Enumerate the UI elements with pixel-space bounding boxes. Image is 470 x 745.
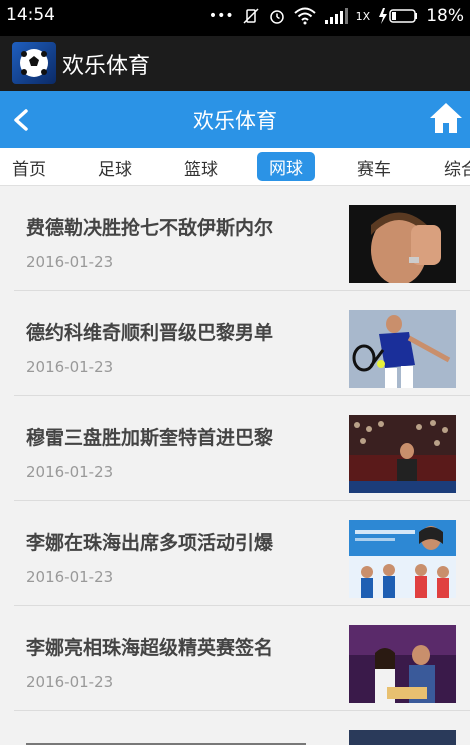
tab-racing[interactable]: 赛车 bbox=[357, 155, 391, 180]
more-dots-icon: ••• bbox=[208, 8, 234, 24]
list-item[interactable]: 李娜在珠海出席多项活动引爆 2016-01-23 bbox=[14, 501, 470, 606]
news-title: 德约科维奇顺利晋级巴黎男单 bbox=[26, 322, 274, 344]
wifi-icon bbox=[293, 7, 316, 25]
home-icon bbox=[430, 103, 462, 133]
app-bar: 欢乐体育 bbox=[0, 36, 470, 91]
list-item[interactable]: 穆雷三盘胜加斯奎特首进巴黎 2016-01-23 bbox=[14, 396, 470, 501]
news-list: 费德勒决胜抢七不敌伊斯内尔 2016-01-23 德约科维奇顺利晋级巴黎男单 2… bbox=[14, 186, 470, 745]
tab-home[interactable]: 首页 bbox=[12, 155, 46, 180]
news-thumbnail bbox=[349, 205, 456, 283]
status-icons: ••• 1X 18% bbox=[209, 6, 464, 26]
network-type: 1X bbox=[355, 9, 371, 23]
status-time: 14:54 bbox=[6, 5, 55, 25]
news-title: 李娜在珠海出席多项活动引爆 bbox=[26, 532, 274, 554]
news-date: 2016-01-23 bbox=[26, 463, 114, 481]
nav-header: 欢乐体育 bbox=[0, 91, 470, 148]
tab-tennis[interactable]: 网球 bbox=[257, 152, 315, 181]
news-title: 费德勒决胜抢七不敌伊斯内尔 bbox=[26, 217, 274, 239]
news-title: 穆雷三盘胜加斯奎特首进巴黎 bbox=[26, 427, 274, 449]
home-button[interactable] bbox=[428, 101, 464, 135]
battery-percent: 18% bbox=[426, 6, 464, 26]
list-item[interactable]: 李娜亮相珠海超级精英赛签名 2016-01-23 bbox=[14, 606, 470, 711]
news-date: 2016-01-23 bbox=[26, 568, 114, 586]
tab-football[interactable]: 足球 bbox=[98, 155, 132, 180]
news-date: 2016-01-23 bbox=[26, 253, 114, 271]
list-item[interactable]: 德约科维奇顺利晋级巴黎男单 2016-01-23 bbox=[14, 291, 470, 396]
category-tabs: 首页 足球 篮球 网球 赛车 综合 bbox=[0, 148, 470, 186]
app-logo bbox=[12, 42, 56, 84]
news-thumbnail bbox=[349, 625, 456, 703]
news-title: 李娜亮相珠海超级精英赛签名 bbox=[26, 637, 274, 659]
tab-general[interactable]: 综合 bbox=[444, 155, 470, 180]
news-thumbnail bbox=[349, 520, 456, 598]
battery-charging-icon bbox=[379, 8, 418, 24]
vibrate-off-icon bbox=[243, 8, 259, 24]
app-title: 欢乐体育 bbox=[62, 54, 151, 79]
news-thumbnail bbox=[349, 415, 456, 493]
signal-icon bbox=[324, 8, 348, 24]
alarm-icon bbox=[269, 10, 284, 24]
news-thumbnail bbox=[349, 310, 456, 388]
tab-basketball[interactable]: 篮球 bbox=[184, 155, 218, 180]
news-date: 2016-01-23 bbox=[26, 358, 114, 376]
news-thumbnail bbox=[349, 730, 456, 745]
status-bar: 14:54 ••• 1X 18% bbox=[0, 0, 470, 36]
news-date: 2016-01-23 bbox=[26, 673, 114, 691]
list-item[interactable] bbox=[14, 711, 470, 745]
page-title: 欢乐体育 bbox=[193, 109, 277, 133]
list-item[interactable]: 费德勒决胜抢七不敌伊斯内尔 2016-01-23 bbox=[14, 186, 470, 291]
